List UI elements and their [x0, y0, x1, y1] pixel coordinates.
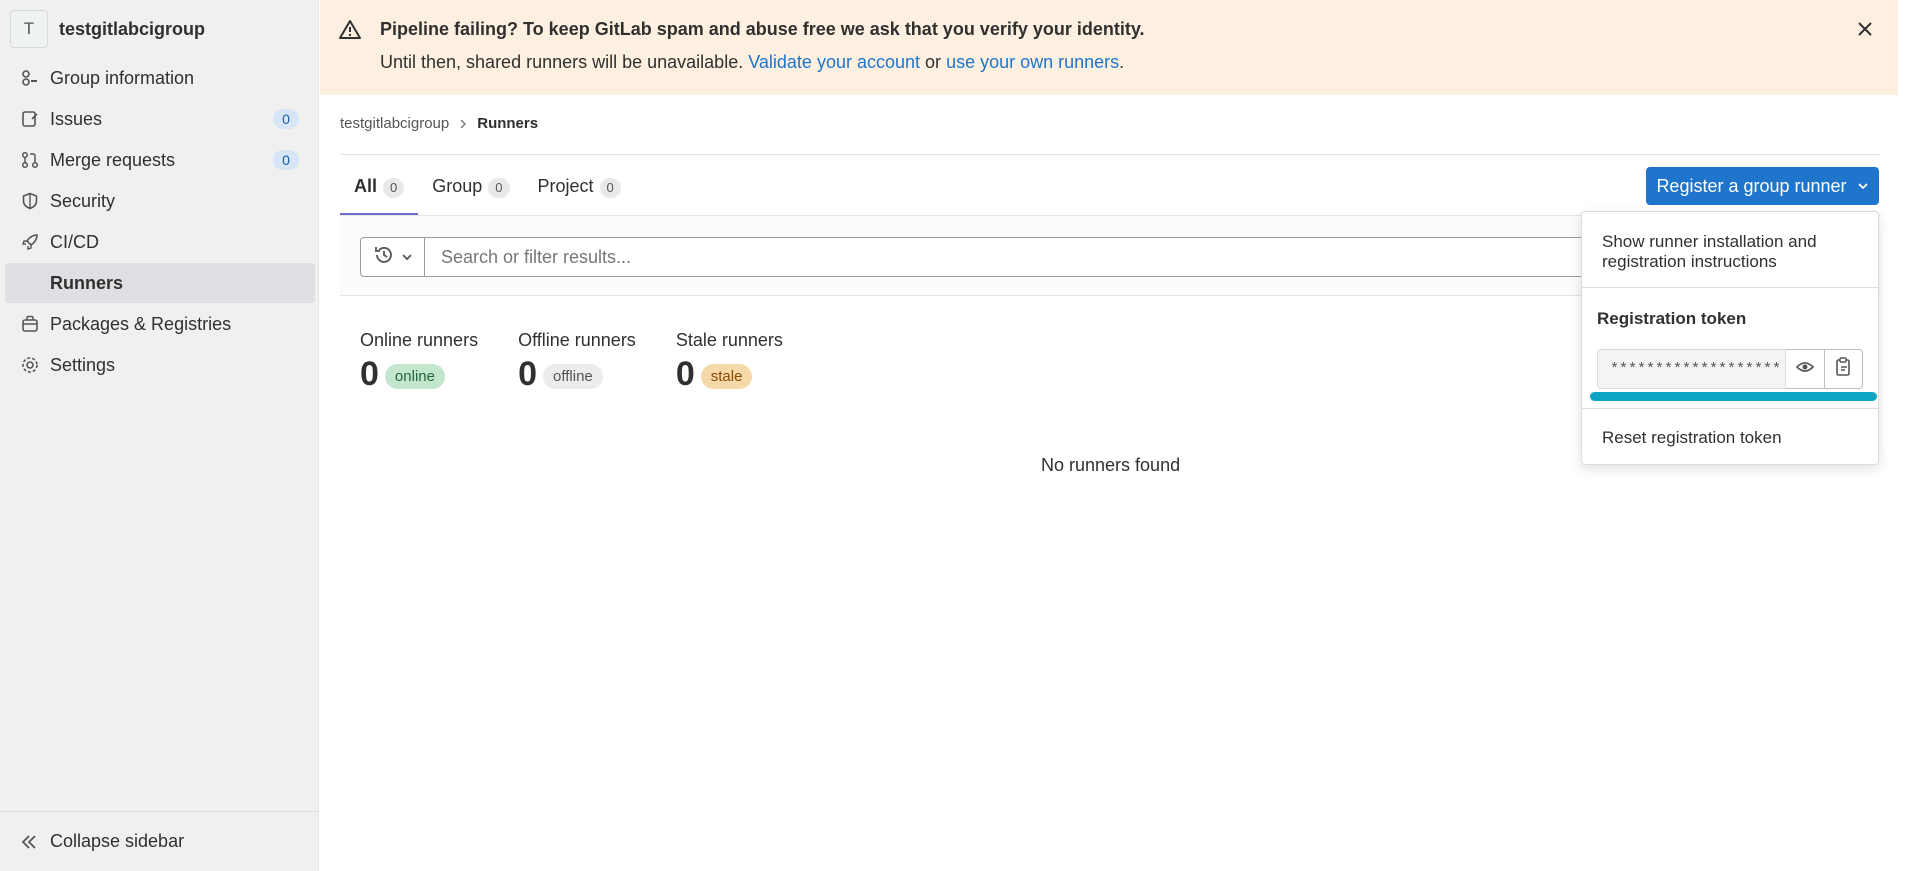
- stat-value: 0: [518, 355, 537, 393]
- sidebar-item-security[interactable]: Security: [5, 181, 315, 221]
- sidebar-item-label: Security: [50, 190, 116, 211]
- status-badge: offline: [543, 364, 603, 389]
- runner-stats: Online runners 0 online Offline runners …: [360, 330, 823, 394]
- sidebar-item-ci-cd[interactable]: CI/CD: [5, 222, 315, 262]
- alert-body-text: Until then, shared runners will be unava…: [380, 52, 744, 72]
- stat-value: 0: [675, 355, 695, 393]
- sidebar-item-label: Group information: [50, 67, 195, 88]
- tab-label: Group: [432, 176, 483, 196]
- runner-tabs: All 0 Group 0 Project 0: [340, 170, 635, 216]
- use-own-runners-link[interactable]: use your own runners: [946, 52, 1119, 72]
- sidebar-item-merge-requests[interactable]: Merge requests 0: [5, 140, 315, 180]
- group-header[interactable]: T testgitlabcigroup: [10, 10, 205, 48]
- breadcrumb: testgitlabcigroup Runners: [340, 115, 538, 132]
- validate-account-link[interactable]: Validate your account: [748, 52, 920, 72]
- package-icon: [20, 314, 40, 334]
- copy-token-button[interactable]: [1824, 349, 1863, 389]
- collapse-sidebar-label: Collapse sidebar: [50, 831, 185, 851]
- sidebar-item-issues[interactable]: Issues 0: [5, 99, 315, 139]
- alert-body: Until then, shared runners will be unava…: [380, 52, 1124, 73]
- rocket-icon: [20, 232, 40, 252]
- show-token-button[interactable]: [1786, 349, 1825, 389]
- sidebar-item-label: Runners: [50, 272, 124, 293]
- show-instructions-item[interactable]: Show runner installation and registratio…: [1602, 232, 1862, 272]
- divider: [1582, 287, 1878, 288]
- sidebar-nav: Group information Issues 0 Merge request…: [5, 58, 315, 386]
- chevron-down-icon: [401, 251, 413, 263]
- group-info-icon: [20, 68, 40, 88]
- tab-group[interactable]: Group 0: [418, 170, 523, 216]
- tab-count-badge: 0: [488, 178, 510, 198]
- tab-count-badge: 0: [383, 178, 405, 198]
- sidebar-item-label: Issues: [50, 108, 103, 129]
- sidebar-item-label: Settings: [50, 354, 116, 375]
- sidebar-item-runners[interactable]: Runners: [5, 263, 315, 303]
- tab-all[interactable]: All 0: [340, 170, 419, 216]
- sidebar-item-label: CI/CD: [50, 231, 99, 252]
- breadcrumb-current: Runners: [477, 115, 539, 132]
- group-name[interactable]: testgitlabcigroup: [59, 19, 205, 40]
- issues-count-badge: 0: [273, 109, 299, 129]
- sidebar-item-group-information[interactable]: Group information: [5, 58, 315, 98]
- tab-label: All: [354, 176, 378, 196]
- shield-icon: [20, 191, 40, 211]
- issues-icon: [20, 109, 40, 129]
- alert-or-text: or: [925, 52, 942, 72]
- registration-token-field[interactable]: [1597, 349, 1786, 389]
- verify-identity-alert: Pipeline failing? To keep GitLab spam an…: [320, 0, 1898, 95]
- reset-registration-token-item[interactable]: Reset registration token: [1602, 428, 1782, 448]
- divider: [1582, 408, 1878, 409]
- breadcrumb-group-link[interactable]: testgitlabcigroup: [340, 115, 449, 132]
- merge-request-icon: [20, 150, 40, 170]
- stat-value: 0: [360, 355, 379, 393]
- eye-icon: [1795, 357, 1815, 382]
- group-avatar: T: [10, 10, 48, 48]
- stat-label: Offline runners: [518, 330, 636, 350]
- empty-state-text: No runners found: [1041, 455, 1181, 475]
- collapse-sidebar-button[interactable]: Collapse sidebar: [0, 811, 319, 871]
- search-history-dropdown[interactable]: [360, 237, 425, 277]
- register-group-runner-button[interactable]: Register a group runner: [1646, 167, 1879, 205]
- tab-count-badge: 0: [599, 178, 621, 198]
- sidebar-item-packages-registries[interactable]: Packages & Registries: [5, 304, 315, 344]
- registration-token-title: Registration token: [1597, 309, 1747, 328]
- status-badge: online: [384, 364, 445, 389]
- register-runner-dropdown: Show runner installation and registratio…: [1581, 211, 1879, 465]
- alert-suffix: .: [1119, 52, 1125, 72]
- merge-requests-count-badge: 0: [273, 150, 299, 170]
- warning-icon: [338, 18, 362, 42]
- tab-label: Project: [537, 176, 594, 196]
- alert-title: Pipeline failing? To keep GitLab spam an…: [380, 19, 1145, 39]
- status-badge: stale: [700, 364, 753, 389]
- double-chevron-left-icon: [20, 833, 40, 851]
- sidebar-item-label: Packages & Registries: [50, 313, 232, 334]
- stat-stale: Stale runners 0 stale: [676, 330, 783, 394]
- history-icon: [373, 244, 395, 271]
- registration-token-group: [1597, 349, 1863, 389]
- stat-offline: Offline runners 0 offline: [518, 330, 636, 394]
- clipboard-icon: [1834, 356, 1852, 382]
- chevron-down-icon: [1857, 180, 1869, 192]
- sidebar-item-label: Merge requests: [50, 149, 176, 170]
- divider: [340, 154, 1880, 155]
- stat-label: Online runners: [360, 330, 479, 350]
- gear-icon: [20, 355, 40, 375]
- close-icon[interactable]: [1854, 18, 1876, 40]
- sidebar-item-settings[interactable]: Settings: [5, 345, 315, 385]
- sidebar: T testgitlabcigroup Group information Is…: [0, 0, 319, 871]
- tab-project[interactable]: Project 0: [524, 170, 635, 216]
- stat-label: Stale runners: [675, 330, 783, 350]
- focus-ring: [1590, 392, 1877, 401]
- register-button-label: Register a group runner: [1656, 175, 1847, 196]
- chevron-right-icon: [458, 116, 468, 132]
- stat-online: Online runners 0 online: [360, 330, 478, 394]
